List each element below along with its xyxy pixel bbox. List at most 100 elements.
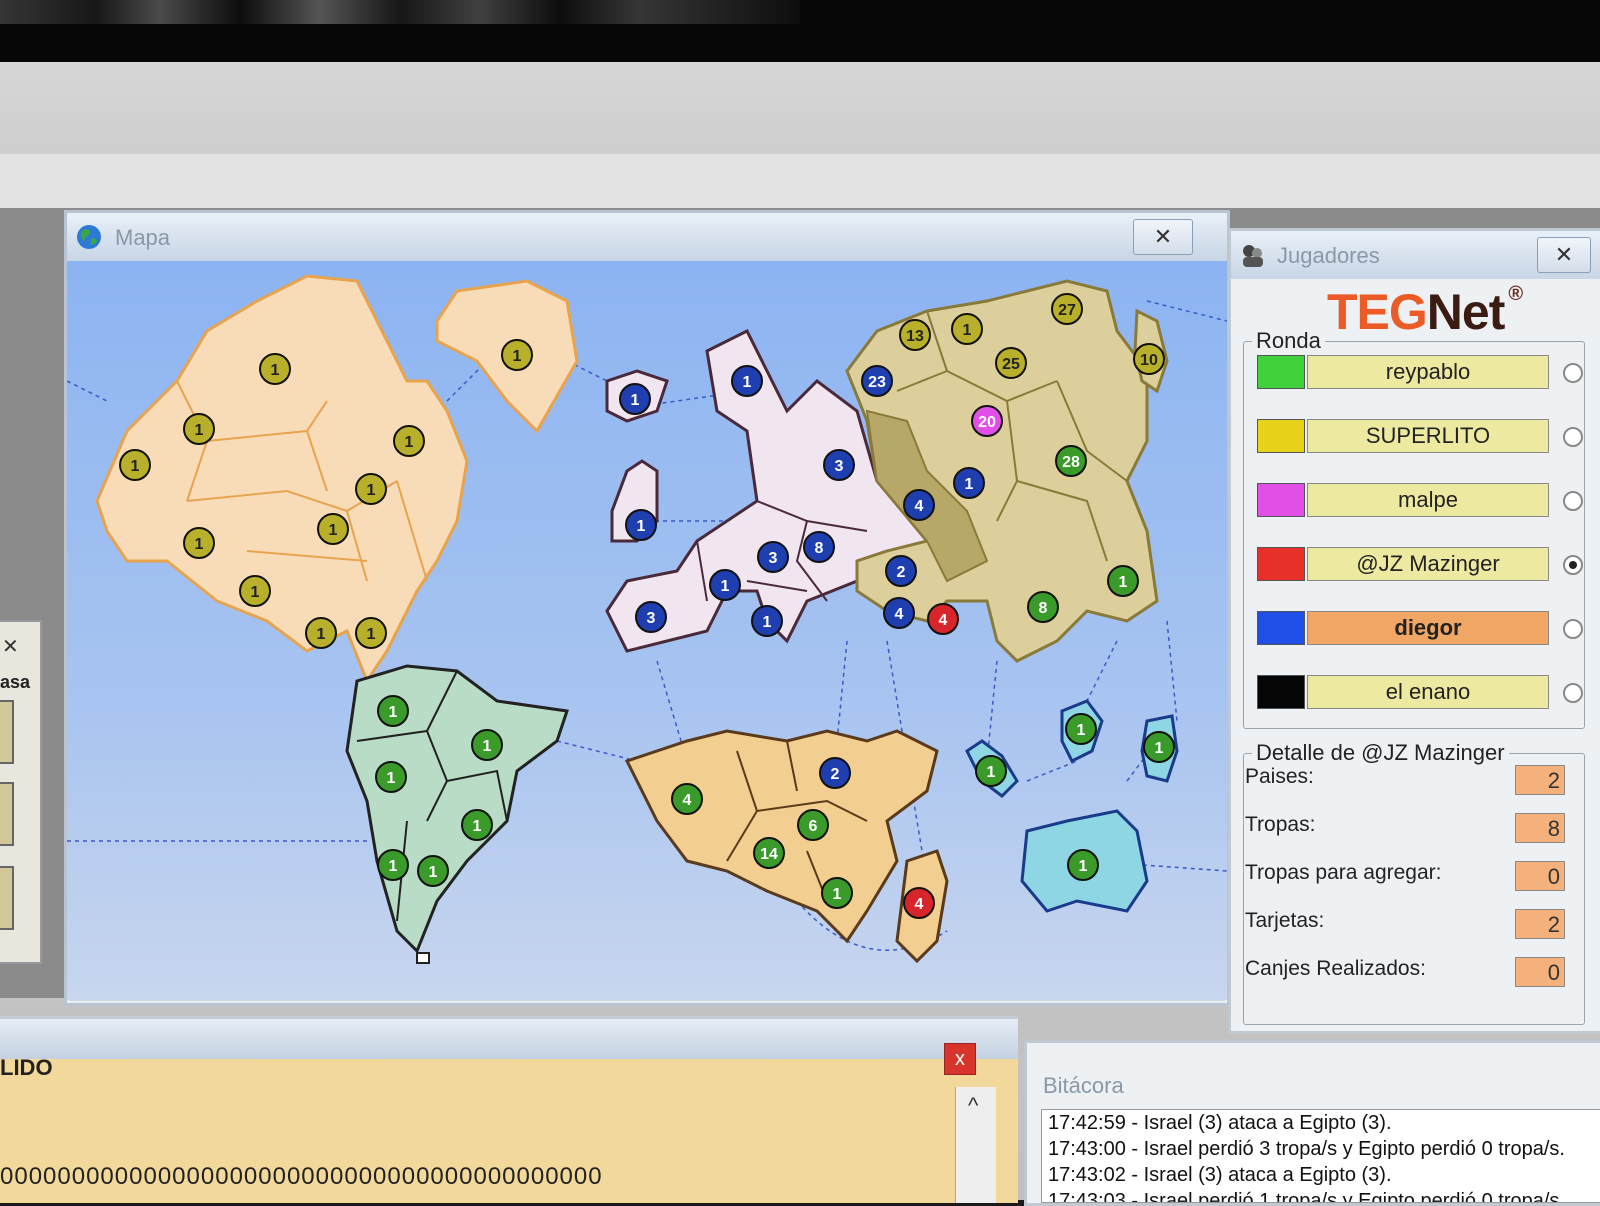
army-marker-as9[interactable]: 1 [953,467,985,499]
army-marker-af2[interactable]: 2 [819,757,851,789]
army-marker-na4[interactable]: 1 [393,425,425,457]
army-count: 1 [131,458,140,475]
left-window-button-3[interactable] [0,866,14,930]
army-marker-sa6[interactable]: 1 [417,855,449,887]
army-marker-na6[interactable]: 1 [317,513,349,545]
army-marker-na5[interactable]: 1 [355,473,387,505]
army-count: 1 [429,864,438,881]
army-count: 1 [987,764,996,781]
players-close-button[interactable]: ✕ [1537,237,1591,273]
world-map[interactable]: 1111111111111111 111133813 12313 1252710202… [67,261,1227,1000]
left-partial-window: ✕ asa [0,620,42,964]
army-count: 1 [965,476,974,493]
army-marker-sa4[interactable]: 1 [461,809,493,841]
army-marker-sa5[interactable]: 1 [377,849,409,881]
logo-registered-mark: ® [1508,283,1523,305]
army-count: 28 [1062,454,1080,471]
left-window-button-2[interactable] [0,782,14,846]
army-marker-as12[interactable]: 4 [883,597,915,629]
army-marker-na1[interactable]: 1 [259,353,291,385]
player-row[interactable]: @JZ Mazinger [1257,547,1583,581]
player-row[interactable]: malpe [1257,483,1583,517]
army-marker-oc3[interactable]: 1 [1065,713,1097,745]
map-close-button[interactable]: ✕ [1133,219,1193,255]
army-marker-oc1[interactable]: 1 [1067,849,1099,881]
army-marker-as6[interactable]: 10 [1133,343,1165,375]
army-marker-as1[interactable]: 23 [861,365,893,397]
army-marker-as2[interactable]: 13 [899,319,931,351]
player-radio[interactable] [1563,619,1583,639]
round-label: Ronda [1252,328,1325,354]
left-window-button-1[interactable] [0,700,14,764]
player-radio[interactable] [1563,491,1583,511]
detail-value: 2 [1515,765,1565,795]
army-marker-eu6[interactable]: 8 [803,531,835,563]
army-marker-na8[interactable]: 1 [239,575,271,607]
army-marker-as10[interactable]: 4 [903,489,935,521]
army-count: 1 [405,434,414,451]
army-marker-af5[interactable]: 1 [821,877,853,909]
chat-scrollbar[interactable]: ^ [955,1087,996,1203]
map-window-titlebar[interactable]: Mapa ✕ [67,213,1227,261]
army-marker-eu8[interactable]: 3 [635,601,667,633]
army-count: 3 [647,610,656,627]
player-radio[interactable] [1563,683,1583,703]
detail-row: Tropas para agregar: 0 [1245,861,1565,893]
army-marker-as8[interactable]: 28 [1055,445,1087,477]
player-color-swatch [1257,547,1305,581]
army-marker-eu3[interactable]: 1 [625,509,657,541]
army-marker-as3[interactable]: 1 [951,313,983,345]
detail-row: Canjes Realizados: 0 [1245,957,1565,989]
army-marker-af6[interactable]: 4 [903,887,935,919]
army-marker-as15[interactable]: 1 [1107,565,1139,597]
chat-window-titlebar[interactable] [0,1019,1018,1059]
army-count: 10 [1140,352,1158,369]
army-marker-oc4[interactable]: 1 [1143,731,1175,763]
army-marker-na11[interactable]: 1 [355,617,387,649]
player-row[interactable]: el enano [1257,675,1583,709]
left-window-close-button[interactable]: ✕ [2,634,19,659]
army-marker-af4[interactable]: 14 [753,837,785,869]
player-radio[interactable] [1563,427,1583,447]
player-radio[interactable] [1563,555,1583,575]
player-color-swatch [1257,419,1305,453]
player-row[interactable]: reypablo [1257,355,1583,389]
army-marker-eu1[interactable]: 1 [619,383,651,415]
player-row[interactable]: diegor [1257,611,1583,645]
army-marker-oc2[interactable]: 1 [975,755,1007,787]
army-marker-eu2[interactable]: 1 [731,365,763,397]
army-marker-as7[interactable]: 20 [971,405,1003,437]
detail-row: Tarjetas: 2 [1245,909,1565,941]
army-marker-sa1[interactable]: 1 [377,695,409,727]
player-color-swatch [1257,675,1305,709]
army-marker-na3[interactable]: 1 [119,449,151,481]
player-radio[interactable] [1563,363,1583,383]
player-row[interactable]: SUPERLITO [1257,419,1583,453]
army-marker-eu4[interactable]: 3 [823,449,855,481]
army-marker-na7[interactable]: 1 [183,527,215,559]
army-marker-af3[interactable]: 6 [797,809,829,841]
army-count: 23 [868,374,886,391]
army-marker-as4[interactable]: 25 [995,347,1027,379]
left-window-label: asa [0,672,31,692]
scroll-up-arrow-icon[interactable]: ^ [968,1093,978,1119]
chat-close-button[interactable]: x [944,1043,976,1075]
army-marker-sa3[interactable]: 1 [375,761,407,793]
army-count: 1 [513,348,522,365]
army-marker-eu9[interactable]: 1 [751,605,783,637]
army-marker-as14[interactable]: 8 [1027,591,1059,623]
army-count: 1 [833,886,842,903]
army-marker-eu7[interactable]: 1 [709,569,741,601]
army-marker-sa2[interactable]: 1 [471,729,503,761]
army-marker-eu5[interactable]: 3 [757,541,789,573]
army-marker-na10[interactable]: 1 [501,339,533,371]
army-marker-na9[interactable]: 1 [305,617,337,649]
players-window-titlebar[interactable]: Jugadores ✕ [1231,231,1600,279]
army-marker-as11[interactable]: 2 [885,555,917,587]
log-box[interactable]: 17:42:59 - Israel (3) ataca a Egipto (3)… [1041,1109,1600,1203]
army-marker-as5[interactable]: 27 [1051,293,1083,325]
army-marker-na2[interactable]: 1 [183,413,215,445]
army-marker-af1[interactable]: 4 [671,783,703,815]
army-marker-as13[interactable]: 4 [927,603,959,635]
army-count: 1 [367,626,376,643]
